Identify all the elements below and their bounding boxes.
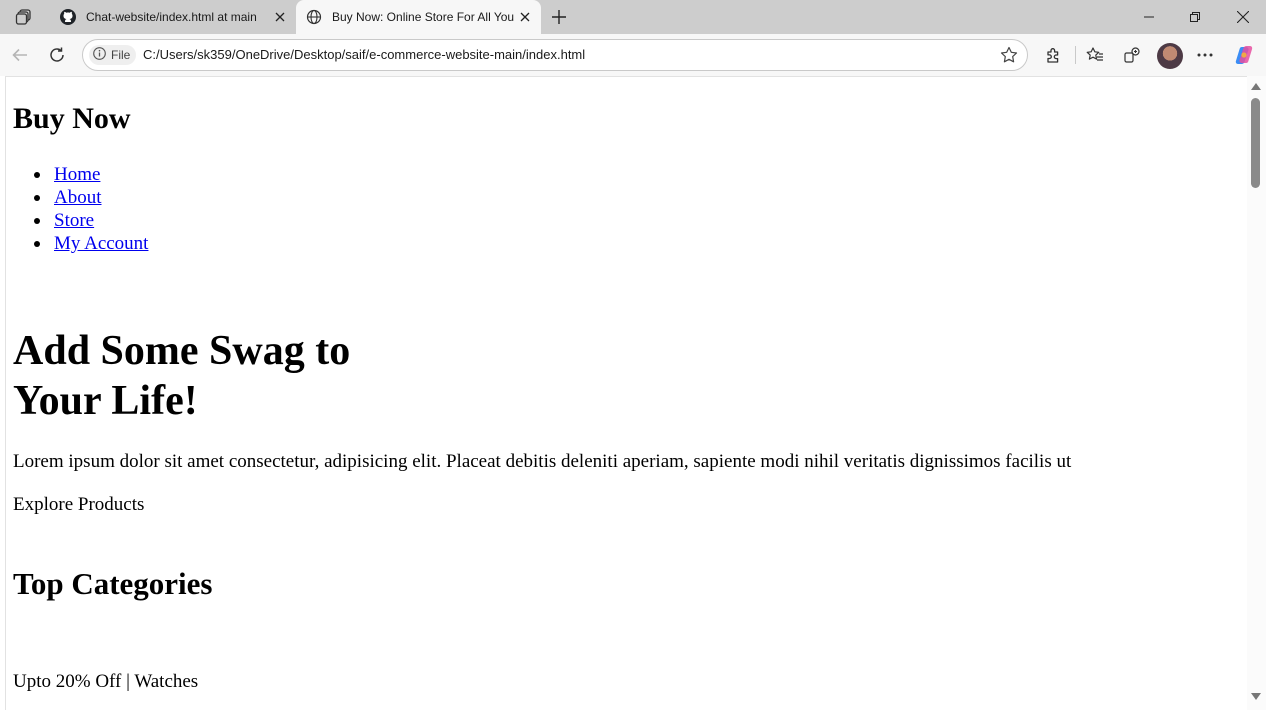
page-viewport: Buy Now Home About Store My Account Add …: [5, 76, 1266, 710]
info-icon: [93, 47, 106, 63]
close-icon[interactable]: [515, 7, 535, 27]
url-text[interactable]: C:/Users/sk359/OneDrive/Desktop/saif/e-c…: [143, 47, 585, 62]
favorite-star-icon[interactable]: [999, 45, 1019, 65]
nav-item-store: Store: [13, 209, 148, 232]
scheme-label: File: [111, 48, 131, 62]
tab-title: Buy Now: Online Store For All You: [332, 10, 515, 24]
restore-icon[interactable]: [1172, 0, 1218, 34]
hero-title: Add Some Swag to Your Life!: [13, 328, 351, 424]
toolbar-separator: [1075, 46, 1076, 64]
refresh-icon[interactable]: [43, 41, 71, 69]
tab-github[interactable]: Chat-website/index.html at main: [50, 0, 296, 34]
scrollbar-thumb[interactable]: [1251, 98, 1260, 188]
more-options-icon[interactable]: [1191, 41, 1219, 69]
copilot-icon[interactable]: [1230, 41, 1258, 69]
nav-link-store[interactable]: Store: [54, 210, 94, 231]
tab-title: Chat-website/index.html at main: [86, 10, 257, 24]
new-tab-icon[interactable]: [548, 6, 570, 28]
nav-link-about[interactable]: About: [54, 187, 102, 208]
explore-products-label[interactable]: Explore Products: [13, 494, 144, 516]
profile-avatar[interactable]: [1157, 43, 1183, 69]
close-icon[interactable]: [270, 7, 290, 27]
browser-toolbar: File C:/Users/sk359/OneDrive/Desktop/sai…: [0, 34, 1266, 76]
close-window-icon[interactable]: [1220, 0, 1266, 34]
tab-buy-now[interactable]: Buy Now: Online Store For All You: [296, 0, 541, 34]
scroll-up-arrow-icon[interactable]: [1251, 83, 1261, 90]
vertical-scrollbar[interactable]: [1247, 76, 1266, 710]
categories-heading: Top Categories: [13, 566, 213, 601]
site-nav: Home About Store My Account: [13, 163, 148, 255]
site-brand-heading: Buy Now: [13, 102, 131, 135]
site-info-chip[interactable]: File: [89, 45, 137, 65]
scroll-down-arrow-icon[interactable]: [1251, 693, 1261, 700]
hero-text: Lorem ipsum dolor sit amet consectetur, …: [13, 451, 1072, 472]
globe-icon: [306, 9, 322, 25]
nav-item-my-account: My Account: [13, 232, 148, 255]
address-bar[interactable]: File C:/Users/sk359/OneDrive/Desktop/sai…: [82, 39, 1028, 71]
nav-item-about: About: [13, 186, 148, 209]
back-icon[interactable]: [6, 41, 34, 69]
collections-icon[interactable]: [1118, 41, 1146, 69]
github-icon: [60, 9, 76, 25]
nav-item-home: Home: [13, 163, 148, 186]
nav-link-my-account[interactable]: My Account: [54, 233, 148, 254]
favorites-icon[interactable]: [1081, 41, 1109, 69]
extensions-icon[interactable]: [1039, 41, 1067, 69]
tab-strip: Chat-website/index.html at main Buy Now:…: [0, 0, 1266, 34]
category-item: Upto 20% Off | Watches: [13, 671, 199, 692]
nav-link-home[interactable]: Home: [54, 164, 100, 185]
workspaces-icon[interactable]: [10, 4, 38, 30]
minimize-icon[interactable]: [1126, 0, 1172, 34]
